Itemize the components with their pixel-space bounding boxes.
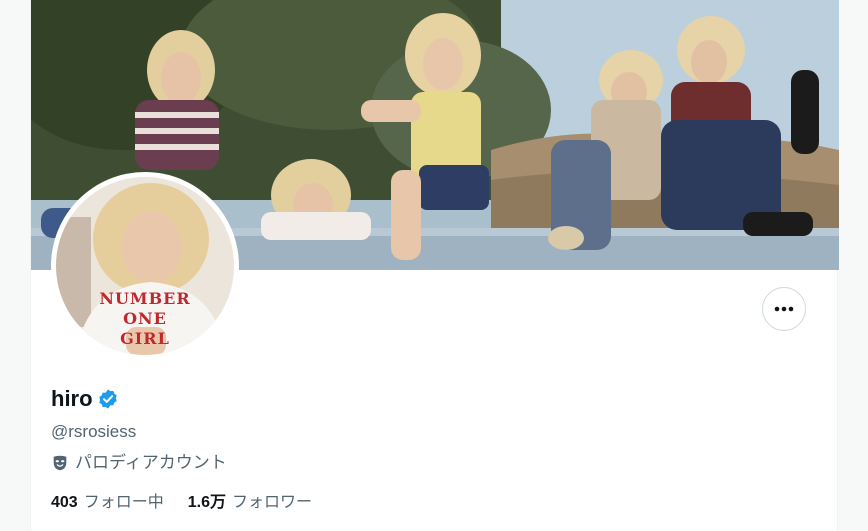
follow-stats: 403 フォロー中 1.6万 フォロワー <box>51 492 312 514</box>
avatar-shirt-line-3: GIRL <box>120 329 170 348</box>
following-label: フォロー中 <box>83 494 164 511</box>
following-count: 403 <box>51 494 78 511</box>
parody-account-label: パロディアカウント <box>75 453 227 472</box>
following-link[interactable]: 403 フォロー中 <box>51 492 164 514</box>
more-horizontal-icon <box>774 306 794 312</box>
followers-count: 1.6万 <box>187 494 226 511</box>
profile-avatar[interactable]: NUMBER ONE GIRL <box>51 172 239 360</box>
display-name: hiro <box>51 386 93 411</box>
verified-badge-icon[interactable] <box>97 388 119 410</box>
avatar-photo: NUMBER ONE GIRL <box>56 177 234 355</box>
account-label-row: パロディアカウント <box>51 451 227 475</box>
avatar-shirt-line-2: ONE <box>123 309 167 328</box>
profile-card: NUMBER ONE GIRL hiro @rsrosiess パロディアカウン… <box>30 0 839 531</box>
more-options-button[interactable] <box>762 287 806 331</box>
profile-page: NUMBER ONE GIRL hiro @rsrosiess パロディアカウン… <box>0 0 868 531</box>
avatar-shirt-line-1: NUMBER <box>99 289 191 308</box>
followers-label: フォロワー <box>231 494 312 511</box>
followers-link[interactable]: 1.6万 フォロワー <box>188 492 312 514</box>
user-handle: @rsrosiess <box>51 422 137 441</box>
theater-mask-icon <box>53 455 67 471</box>
display-name-row: hiro <box>51 384 119 414</box>
